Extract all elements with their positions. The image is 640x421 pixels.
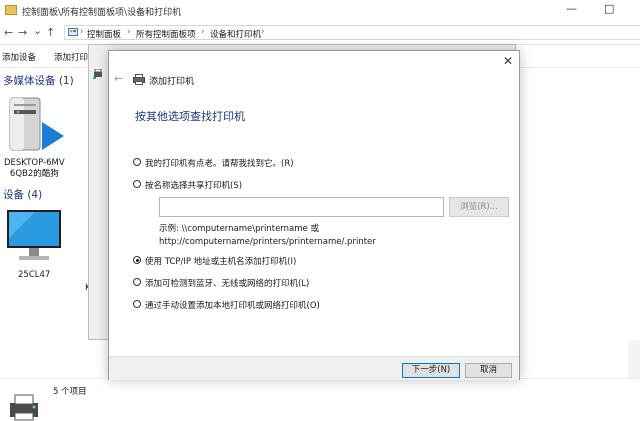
add-printer-dialog: ✕ ← 添加打印机 按其他选项查找打印机 我的打印机有点老。请帮我找到它。(R)…	[108, 50, 520, 380]
radio-manual-setup[interactable]	[133, 300, 141, 308]
control-panel-icon	[68, 28, 78, 36]
shared-printer-path-input[interactable]	[159, 197, 444, 217]
group-header-devices[interactable]: 设备 (4)	[3, 187, 42, 202]
back-arrow-icon[interactable]: ←	[4, 26, 13, 39]
add-device-button[interactable]: 添加设备	[2, 51, 36, 63]
back-arrow-icon[interactable]: ←	[114, 72, 123, 85]
breadcrumb-separator: ›	[261, 27, 265, 37]
close-icon[interactable]: ✕	[503, 54, 513, 68]
maximize-button[interactable]: □	[604, 2, 614, 15]
next-button[interactable]: 下一步(N)	[402, 363, 460, 378]
dialog-footer: 下一步(N) 取消	[109, 356, 519, 380]
recent-locations-icon[interactable]: ⌄	[33, 24, 42, 37]
printer-small-icon	[93, 69, 102, 79]
printer-icon	[133, 74, 145, 85]
breadcrumb-all-items[interactable]: 所有控制面板项	[136, 28, 196, 40]
breadcrumb-devices-printers[interactable]: 设备和打印机	[210, 28, 261, 40]
radio-bluetooth-wireless[interactable]	[133, 278, 141, 286]
breadcrumb-separator: ›	[201, 27, 205, 37]
dialog-heading: 按其他选项查找打印机	[135, 110, 245, 123]
path-example: 示例: \\computername\printername 或 http://…	[159, 224, 376, 247]
breadcrumb-separator: ›	[127, 27, 131, 37]
breadcrumb-separator: ›	[80, 27, 84, 37]
window-titlebar: 控制面板\所有控制面板项\设备和打印机 — □	[0, 0, 640, 22]
item-count: 5 个项目	[53, 387, 87, 397]
status-bar: 5 个项目	[0, 378, 640, 421]
printer-status-icon	[10, 394, 38, 421]
folder-icon	[5, 5, 17, 15]
forward-arrow-icon[interactable]: →	[18, 26, 27, 39]
navigation-bar: ← → ⌄ ↑ › 控制面板 › 所有控制面板项 › 设备和打印机 ›	[0, 22, 640, 45]
group-header-multimedia[interactable]: 多媒体设备 (1)	[3, 73, 74, 88]
radio-tcpip[interactable]	[133, 256, 141, 264]
breadcrumb-control-panel[interactable]: 控制面板	[87, 28, 121, 40]
minimize-button[interactable]: —	[566, 2, 577, 15]
device-label-desktop: DESKTOP-6MV 6QB2的酷狗	[4, 158, 65, 179]
browse-button[interactable]: 浏览(R)...	[449, 197, 509, 217]
cancel-button[interactable]: 取消	[465, 363, 512, 378]
address-bar[interactable]: › 控制面板 › 所有控制面板项 › 设备和打印机 ›	[64, 25, 640, 40]
up-arrow-icon[interactable]: ↑	[46, 26, 55, 39]
device-label-monitor: 25CL47	[18, 270, 51, 280]
radio-shared-printer[interactable]	[133, 180, 141, 188]
radio-old-printer[interactable]	[133, 158, 141, 166]
dialog-title: 添加打印机	[149, 77, 195, 87]
media-server-icon[interactable]	[8, 96, 66, 156]
window-title: 控制面板\所有控制面板项\设备和打印机	[22, 8, 182, 18]
monitor-icon[interactable]	[5, 208, 65, 266]
scrollbar[interactable]	[628, 340, 640, 378]
